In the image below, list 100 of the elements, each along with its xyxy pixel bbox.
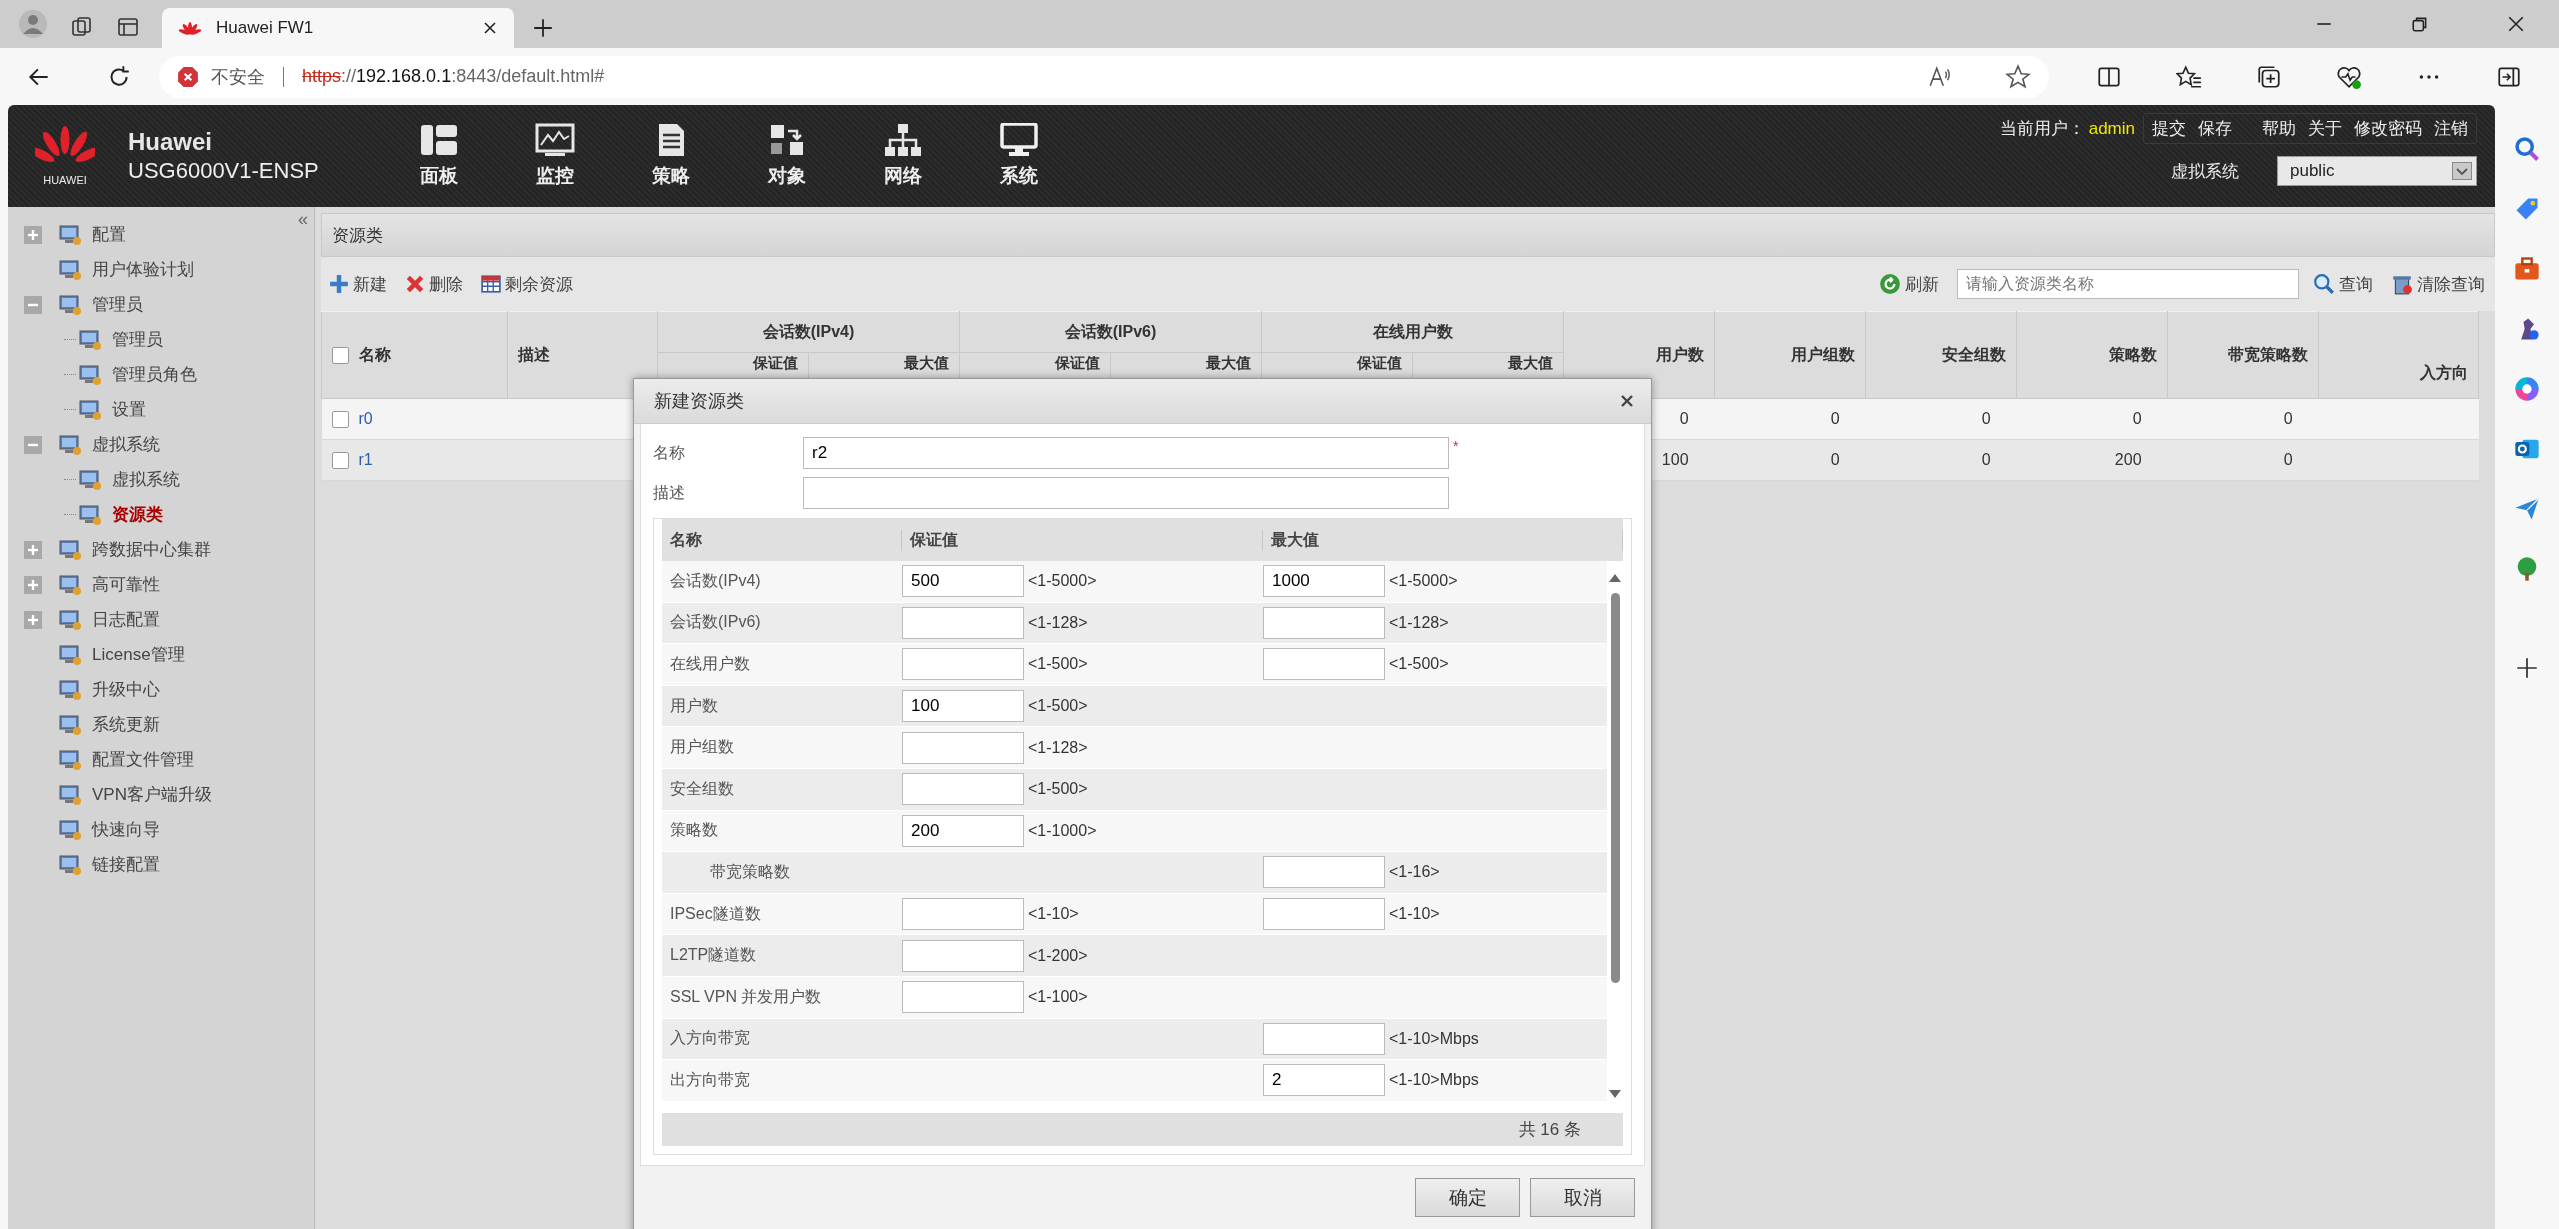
maximum-field[interactable]: 1000 [1263, 565, 1385, 598]
star-icon[interactable] [2005, 63, 2031, 90]
table-cell[interactable]: r1 [321, 439, 508, 481]
maximum-field[interactable] [1263, 898, 1385, 931]
security-label[interactable]: 不安全 [211, 64, 265, 89]
toolbar-button[interactable]: 剩余资源 [481, 272, 573, 296]
close-icon[interactable] [482, 20, 498, 36]
column-header[interactable]: 会话数(IPv6) [959, 311, 1262, 353]
maximum-field[interactable] [1263, 648, 1385, 681]
expand-icon[interactable] [24, 225, 42, 244]
sidebar-item[interactable]: 配置 [8, 217, 284, 252]
nav-tab[interactable]: 系统 [980, 123, 1058, 189]
expand-icon[interactable] [24, 540, 42, 559]
tab-actions-icon[interactable] [116, 15, 140, 39]
sidebar-item[interactable]: 资源类 [8, 497, 284, 532]
collapse-icon[interactable] [24, 295, 42, 314]
checkbox[interactable] [331, 411, 349, 429]
scrollbar-thumb[interactable] [1610, 593, 1620, 983]
guarantee-field[interactable] [902, 898, 1024, 931]
sidebar-item[interactable]: 链接配置 [8, 847, 284, 882]
column-header[interactable]: 入方向 [2318, 311, 2479, 399]
column-header[interactable]: 用户组数 [1714, 311, 1866, 399]
workspaces-icon[interactable] [70, 15, 94, 39]
column-header[interactable]: 安全组数 [1865, 311, 2017, 399]
close-icon[interactable] [2507, 15, 2525, 33]
header-link[interactable]: 帮助 [2262, 117, 2296, 140]
restore-icon[interactable] [2411, 15, 2429, 33]
address-field[interactable]: 不安全 https://192.168.0.1:8443/default.html# [159, 55, 2049, 98]
sidebar-item[interactable]: 管理员角色 [8, 357, 284, 392]
sidebar-item[interactable]: 高可靠性 [8, 567, 284, 602]
sidebar-item[interactable]: License管理 [8, 637, 284, 672]
header-link[interactable]: 关于 [2308, 117, 2342, 140]
vsys-select[interactable]: public [2277, 156, 2477, 186]
header-link[interactable]: 注销 [2434, 117, 2468, 140]
column-header[interactable]: 名称 [321, 311, 508, 399]
description-field[interactable] [803, 477, 1449, 509]
nav-tab[interactable]: 网络 [864, 123, 942, 189]
checkbox[interactable] [331, 452, 349, 470]
column-header[interactable]: 会话数(IPv4) [657, 311, 960, 353]
cancel-button[interactable]: 取消 [1530, 1178, 1635, 1217]
toolbar-button[interactable]: 删除 [405, 272, 463, 296]
guarantee-field[interactable] [902, 981, 1024, 1014]
header-link[interactable]: 提交 [2152, 117, 2186, 140]
sidebar-item[interactable]: 管理员 [8, 287, 284, 322]
column-header[interactable]: 在线用户数 [1261, 311, 1564, 353]
nav-tab[interactable]: 对象 [748, 123, 826, 189]
header-link[interactable]: 修改密码 [2354, 117, 2422, 140]
favorites-icon[interactable] [2176, 63, 2202, 90]
clear-query-button[interactable]: 清除查询 [2391, 272, 2485, 296]
nav-tab[interactable]: 监控 [516, 123, 594, 189]
briefcase-icon[interactable] [2513, 255, 2541, 283]
guarantee-field[interactable] [902, 648, 1024, 681]
column-header[interactable]: 带宽策略数 [2167, 311, 2319, 399]
sidebar-item[interactable]: 快速向导 [8, 812, 284, 847]
new-tab-icon[interactable] [532, 17, 554, 39]
scroll-up-icon[interactable] [1608, 573, 1622, 583]
sidebar-item[interactable]: 跨数据中心集群 [8, 532, 284, 567]
sidebar-item[interactable]: 配置文件管理 [8, 742, 284, 777]
name-field[interactable]: r2 [803, 437, 1449, 469]
sidebar-item[interactable]: 系统更新 [8, 707, 284, 742]
swirl-logo-icon[interactable] [2513, 375, 2541, 403]
guarantee-field[interactable] [902, 606, 1024, 639]
column-header[interactable]: 策略数 [2016, 311, 2168, 399]
checkbox[interactable] [332, 346, 349, 364]
sidebar-item[interactable]: 虚拟系统 [8, 427, 284, 462]
guarantee-field[interactable]: 200 [902, 814, 1024, 847]
guarantee-field[interactable]: 100 [902, 690, 1024, 723]
nav-tab[interactable]: 面板 [400, 123, 478, 189]
add-icon[interactable] [2514, 655, 2540, 681]
header-link[interactable]: 保存 [2198, 117, 2232, 140]
maximum-field[interactable]: 2 [1263, 1064, 1385, 1097]
row-link[interactable]: r1 [358, 450, 373, 468]
search-field[interactable]: 请输入资源类名称 [1957, 269, 2299, 299]
maximum-field[interactable] [1263, 606, 1385, 639]
nav-tab[interactable]: 策略 [632, 123, 710, 189]
row-link[interactable]: r0 [358, 409, 373, 427]
sidebar-item[interactable]: 用户体验计划 [8, 252, 284, 287]
query-button[interactable]: 查询 [2313, 272, 2373, 296]
expand-icon[interactable] [24, 610, 42, 629]
maximum-field[interactable] [1263, 856, 1385, 889]
guarantee-field[interactable]: 500 [902, 565, 1024, 598]
search-icon[interactable] [2513, 135, 2541, 163]
collections-icon[interactable] [2256, 63, 2282, 90]
confirm-button[interactable]: 确定 [1415, 1178, 1520, 1217]
collapse-button[interactable]: « [298, 209, 308, 230]
browser-tab[interactable]: Huawei FW1 [162, 8, 514, 48]
sidebar-item[interactable]: 设置 [8, 392, 284, 427]
sidebar-item[interactable]: 日志配置 [8, 602, 284, 637]
maximum-field[interactable] [1263, 1022, 1385, 1055]
sidebar-item[interactable]: VPN客户端升级 [8, 777, 284, 812]
collapse-icon[interactable] [24, 435, 42, 454]
close-icon[interactable] [1619, 393, 1635, 409]
guarantee-field[interactable] [902, 731, 1024, 764]
sidebar-item[interactable]: 升级中心 [8, 672, 284, 707]
scroll-down-icon[interactable] [1608, 1089, 1622, 1099]
guarantee-field[interactable] [902, 939, 1024, 972]
toolbar-button[interactable]: 新建 [329, 272, 387, 296]
refresh-button[interactable]: 刷新 [1879, 272, 1939, 296]
table-cell[interactable]: r0 [321, 398, 508, 440]
sidebar-item[interactable]: 虚拟系统 [8, 462, 284, 497]
